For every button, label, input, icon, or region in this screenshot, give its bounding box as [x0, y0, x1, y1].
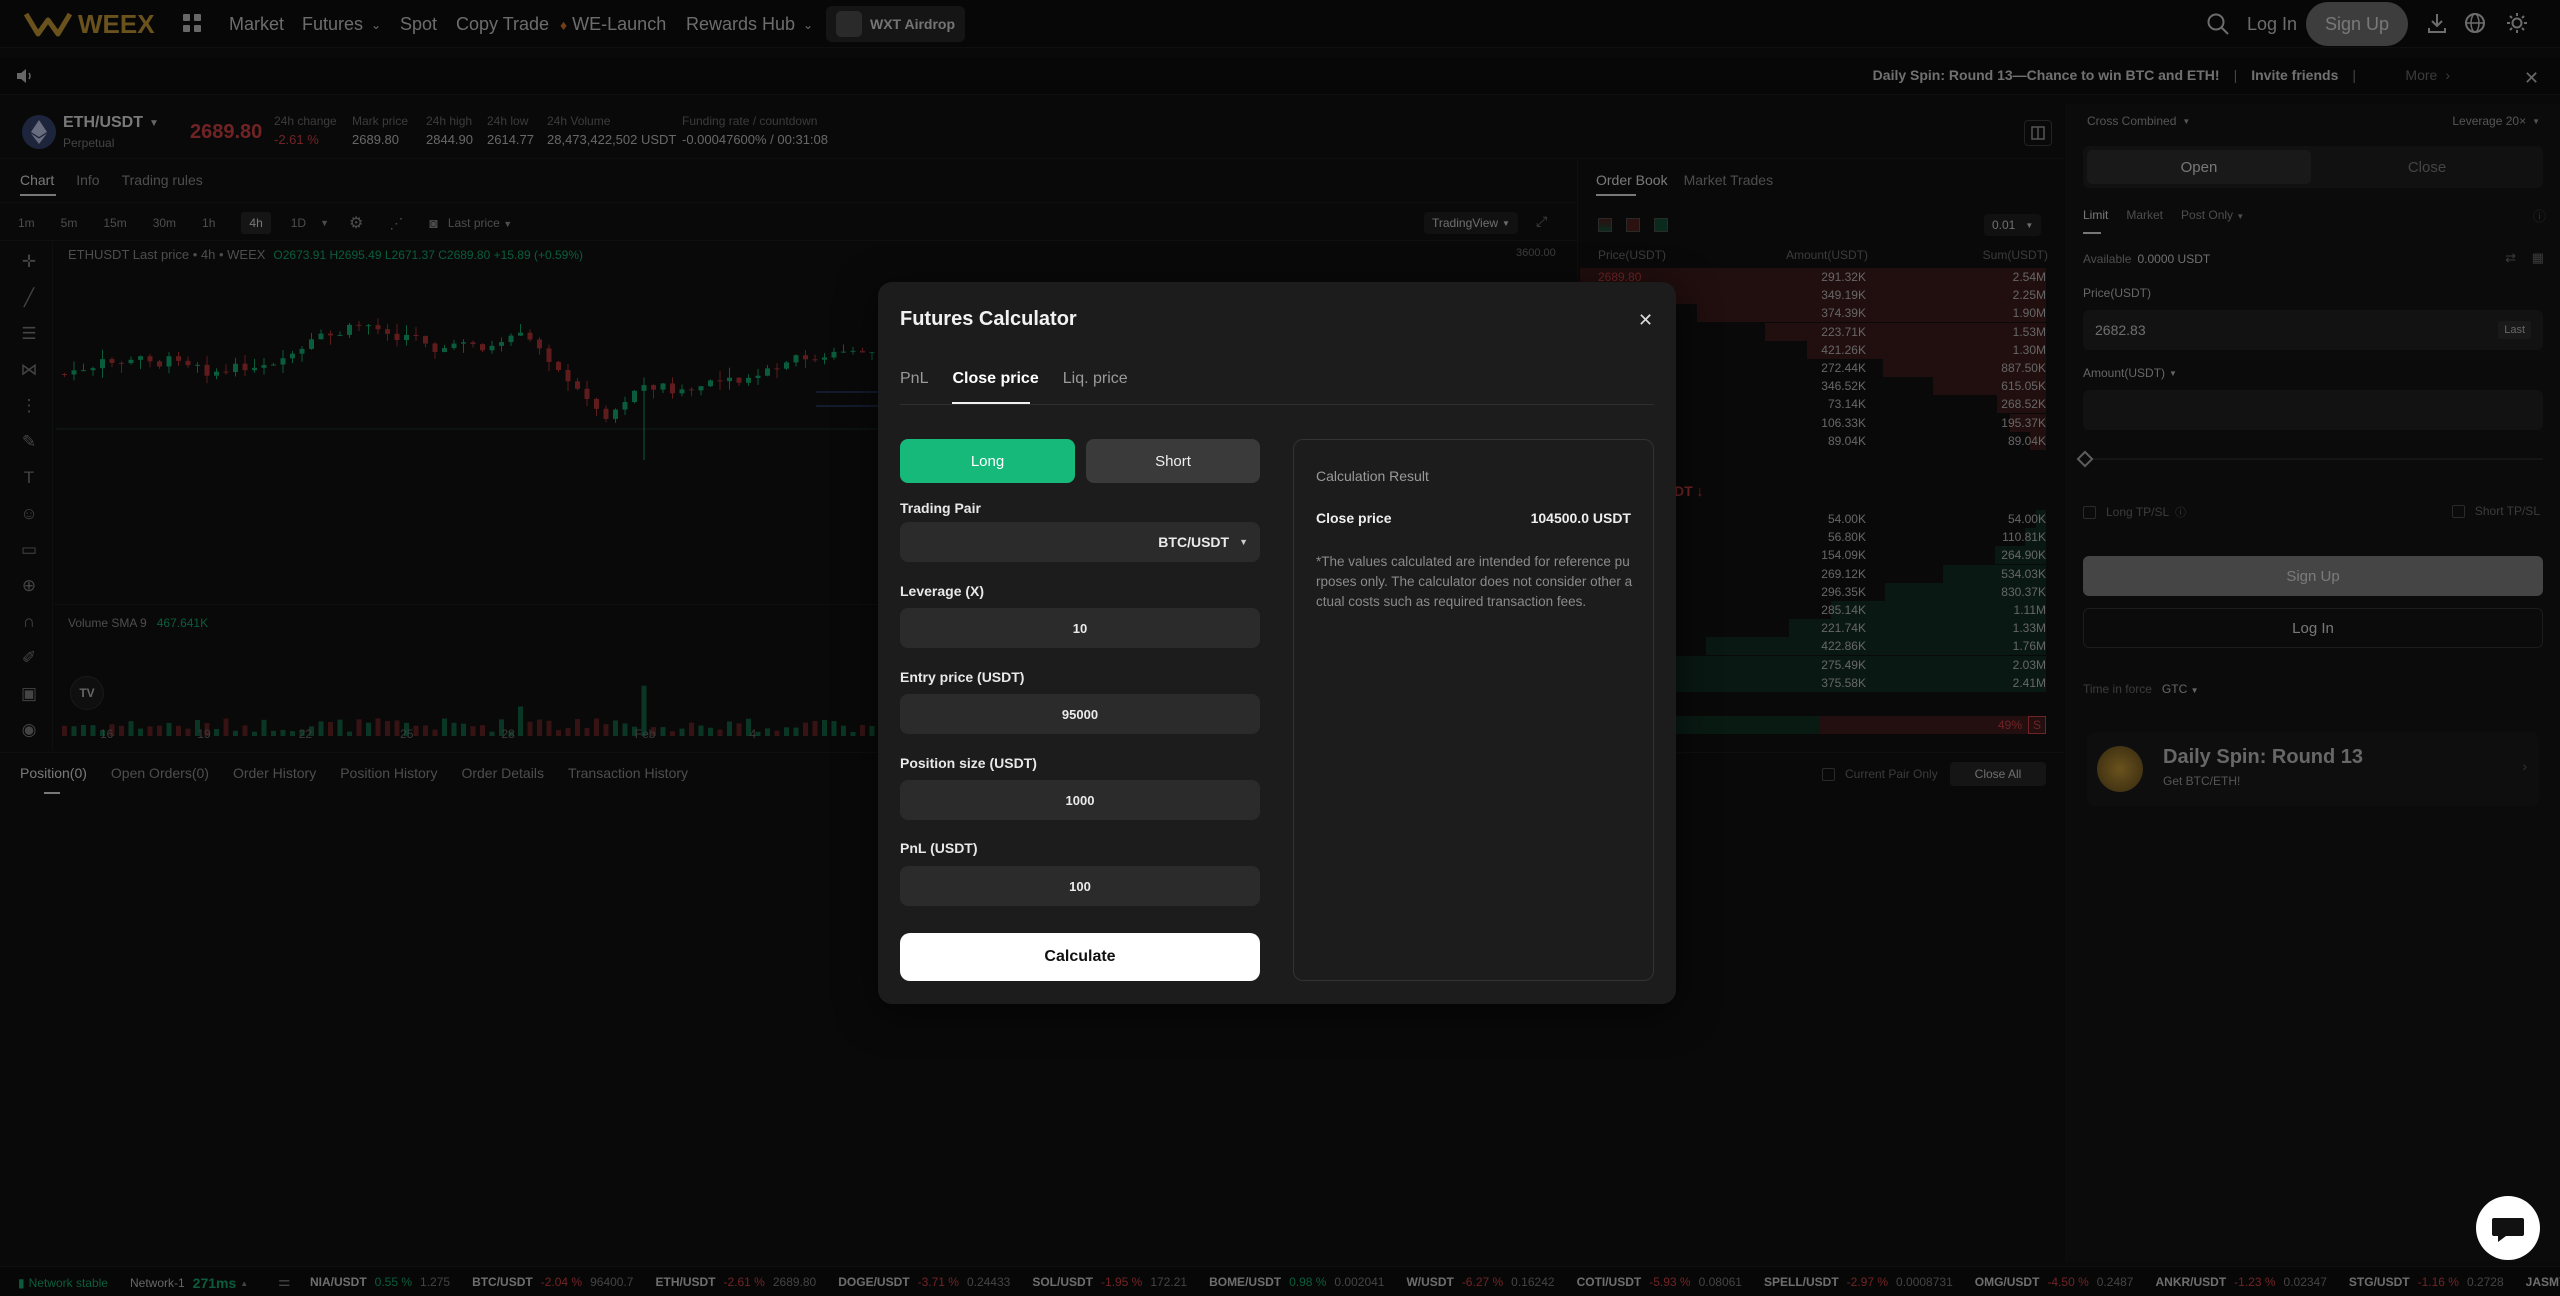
divider: [900, 404, 1654, 405]
entry-price-label: Entry price (USDT): [900, 669, 1025, 685]
position-size-label: Position size (USDT): [900, 755, 1037, 771]
trading-pair-value: BTC/USDT: [1158, 534, 1230, 550]
result-title: Calculation Result: [1316, 468, 1429, 484]
calculate-label: Calculate: [1044, 948, 1116, 965]
pnl-value: 100: [1069, 878, 1091, 894]
calculation-result-card: Calculation Result Close price 104500.0 …: [1293, 439, 1654, 981]
close-dialog-icon[interactable]: ✕: [1638, 310, 1653, 331]
position-size-value: 1000: [1065, 792, 1095, 808]
caret-down-icon: ▼: [1239, 537, 1248, 547]
tab-close-price[interactable]: Close price: [952, 370, 1038, 388]
result-disclaimer: *The values calculated are intended for …: [1316, 554, 1633, 609]
tab-liq-price[interactable]: Liq. price: [1063, 370, 1128, 388]
short-button[interactable]: Short: [1086, 439, 1260, 483]
result-value: 104500.0 USDT: [1530, 510, 1631, 526]
entry-price-value: 95000: [1061, 706, 1099, 722]
leverage-label: Leverage (X): [900, 583, 985, 599]
calculate-button[interactable]: Calculate: [900, 933, 1260, 981]
short-label: Short: [1155, 452, 1191, 470]
long-button[interactable]: Long: [900, 439, 1075, 483]
long-label: Long: [970, 452, 1005, 470]
pnl-input[interactable]: 100: [900, 866, 1260, 906]
dialog-title: Futures Calculator: [900, 308, 1077, 330]
pnl-label: PnL (USDT): [900, 840, 978, 856]
chat-icon: [2492, 1218, 2524, 1242]
leverage-value: 10: [1072, 620, 1088, 636]
trading-pair-label: Trading Pair: [900, 500, 981, 516]
support-chat-button[interactable]: [2476, 1196, 2540, 1260]
futures-calculator-dialog: Futures Calculator ✕ PnL Close price Liq…: [878, 282, 1676, 1004]
result-label: Close price: [1316, 510, 1392, 526]
tab-pnl[interactable]: PnL: [900, 370, 928, 388]
entry-price-input[interactable]: 95000: [900, 694, 1260, 734]
position-size-input[interactable]: 1000: [900, 780, 1260, 820]
trading-pair-select[interactable]: BTC/USDT ▼: [900, 522, 1260, 562]
leverage-input[interactable]: 10: [900, 608, 1260, 648]
